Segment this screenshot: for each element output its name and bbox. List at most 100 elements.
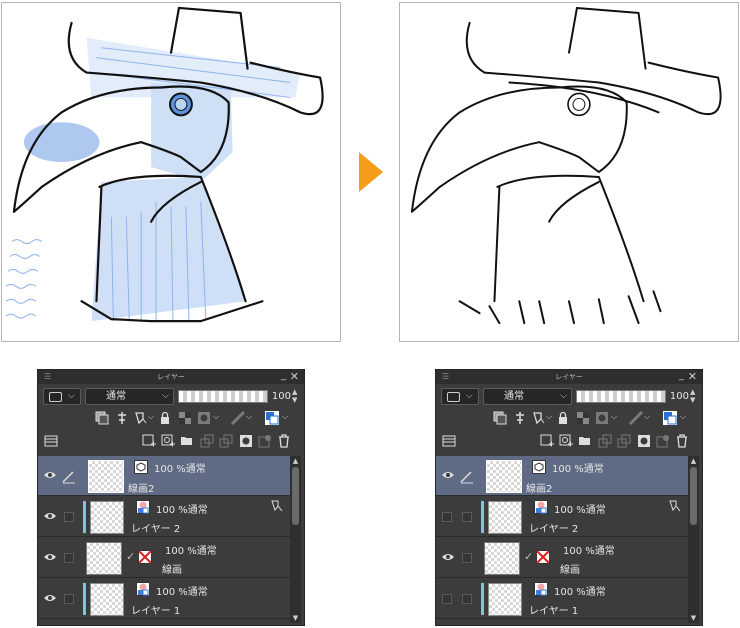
apply-mask-icon[interactable] xyxy=(258,434,272,448)
draft-layer-icon[interactable] xyxy=(532,411,546,425)
blend-mode-value: 通常 xyxy=(106,391,126,402)
layer-color-icon[interactable] xyxy=(663,411,677,425)
opacity-value[interactable]: 100 xyxy=(667,388,689,405)
lock-icon[interactable] xyxy=(158,411,172,425)
trash-icon[interactable] xyxy=(675,434,689,448)
edit-target-toggle[interactable] xyxy=(64,553,74,563)
lock-transparent-icon[interactable] xyxy=(178,411,192,425)
layer-thumbnail xyxy=(90,501,124,534)
visibility-toggle-off[interactable] xyxy=(442,512,452,522)
panel-title: レイヤー xyxy=(555,373,583,381)
scroll-down-icon[interactable]: ▼ xyxy=(688,613,699,623)
merge-layer-icon[interactable] xyxy=(617,434,631,448)
ruler-icon[interactable] xyxy=(231,411,245,425)
opacity-value[interactable]: 100 xyxy=(269,388,291,405)
lock-transparent-icon[interactable] xyxy=(576,411,590,425)
scroll-up-icon[interactable]: ▲ xyxy=(688,456,699,466)
blend-mode-select[interactable]: 通常 ⌵ xyxy=(85,388,174,405)
check-icon[interactable]: ✓ xyxy=(524,550,533,563)
pen-icon[interactable] xyxy=(61,468,77,484)
reference-layer-icon[interactable] xyxy=(115,411,129,425)
new-folder-icon[interactable] xyxy=(180,434,194,448)
visibility-toggle-off[interactable] xyxy=(442,594,452,604)
reference-layer-icon[interactable] xyxy=(513,411,527,425)
new-raster-layer-icon[interactable] xyxy=(142,434,156,448)
opacity-slider[interactable] xyxy=(576,390,666,403)
layer-row[interactable]: ✓ 100 %通常 線画 xyxy=(38,538,290,578)
opacity-spinner[interactable]: ▲ ▼ xyxy=(690,388,695,404)
vector-layer-icon xyxy=(134,460,148,474)
edit-target-toggle[interactable] xyxy=(462,512,472,522)
new-folder-icon[interactable] xyxy=(578,434,592,448)
scroll-thumb[interactable] xyxy=(292,467,299,525)
blend-mode-select[interactable]: 通常 ⌵ xyxy=(483,388,572,405)
scroll-thumb[interactable] xyxy=(690,467,697,525)
new-vector-layer-icon[interactable] xyxy=(559,434,573,448)
edit-target-toggle[interactable] xyxy=(462,553,472,563)
mask-color-button[interactable]: ⌵ xyxy=(441,388,479,405)
new-vector-layer-icon[interactable] xyxy=(161,434,175,448)
layer-property-icon[interactable] xyxy=(44,434,58,448)
opacity-spinner[interactable]: ▲ ▼ xyxy=(292,388,297,404)
layer-mask-icon[interactable] xyxy=(197,411,211,425)
layer-row[interactable]: 100 %通常 線画2 xyxy=(38,456,290,496)
layer-scrollbar[interactable]: ▲ ▼ xyxy=(290,456,301,623)
layer-thumbnail xyxy=(486,460,522,493)
edit-target-toggle[interactable] xyxy=(64,594,74,604)
draft-layer-icon xyxy=(669,500,681,512)
layer-row[interactable]: 100 %通常 レイヤー 2 xyxy=(38,497,290,537)
layer-color-icon[interactable] xyxy=(265,411,279,425)
layer-property-icon[interactable] xyxy=(442,434,456,448)
merge-layer-icon[interactable] xyxy=(219,434,233,448)
eye-icon[interactable] xyxy=(43,510,57,522)
layer-mode: 100 %通常 xyxy=(154,464,206,475)
canvas-after-lineart xyxy=(399,2,739,342)
draft-layer-icon[interactable] xyxy=(134,411,148,425)
layer-name: レイヤー 1 xyxy=(131,606,181,617)
new-raster-layer-icon[interactable] xyxy=(540,434,554,448)
clip-lower-icon[interactable] xyxy=(493,411,507,425)
hidden-vector-layer-icon xyxy=(536,550,550,564)
mask-color-button[interactable]: ⌵ xyxy=(43,388,81,405)
mask-layer-icon[interactable] xyxy=(637,434,651,448)
illustration-lineart xyxy=(410,6,722,325)
layer-thumbnail xyxy=(488,501,522,534)
layer-mode: 100 %通常 xyxy=(156,587,208,598)
layer-row[interactable]: 100 %通常 線画2 xyxy=(436,456,688,496)
minimize-icon[interactable]: _ xyxy=(281,370,286,381)
eye-icon[interactable] xyxy=(43,551,57,563)
layer-row[interactable]: 100 %通常 レイヤー 1 xyxy=(38,579,290,619)
layer-row[interactable]: 100 %通常 レイヤー 1 xyxy=(436,579,688,619)
eye-icon[interactable] xyxy=(43,469,57,481)
pen-icon[interactable] xyxy=(459,468,475,484)
layer-mode: 100 %通常 xyxy=(156,505,208,516)
minimize-icon[interactable]: _ xyxy=(679,370,684,381)
edit-target-toggle[interactable] xyxy=(462,594,472,604)
transfer-layer-icon[interactable] xyxy=(200,434,214,448)
layer-row[interactable]: ✓ 100 %通常 線画 xyxy=(436,538,688,578)
layer-mode: 100 %通常 xyxy=(165,546,217,557)
edit-target-toggle[interactable] xyxy=(64,512,74,522)
clip-lower-icon[interactable] xyxy=(95,411,109,425)
layer-scrollbar[interactable]: ▲ ▼ xyxy=(688,456,699,623)
scroll-down-icon[interactable]: ▼ xyxy=(290,613,301,623)
layer-list: 100 %通常 線画2 100 %通常 レイヤー 2 ✓ 100 %通常 線画 xyxy=(436,456,702,625)
close-icon[interactable]: ✕ xyxy=(290,370,299,383)
layer-thumbnail xyxy=(488,583,522,616)
scroll-up-icon[interactable]: ▲ xyxy=(290,456,301,466)
eye-icon[interactable] xyxy=(43,592,57,604)
layer-mask-icon[interactable] xyxy=(595,411,609,425)
trash-icon[interactable] xyxy=(277,434,291,448)
transfer-layer-icon[interactable] xyxy=(598,434,612,448)
opacity-slider[interactable] xyxy=(178,390,268,403)
eye-icon[interactable] xyxy=(441,551,455,563)
mask-layer-icon[interactable] xyxy=(239,434,253,448)
lock-icon[interactable] xyxy=(556,411,570,425)
ruler-icon[interactable] xyxy=(629,411,643,425)
layer-thumbnail xyxy=(86,542,122,575)
eye-icon[interactable] xyxy=(441,469,455,481)
layer-row[interactable]: 100 %通常 レイヤー 2 xyxy=(436,497,688,537)
apply-mask-icon[interactable] xyxy=(656,434,670,448)
close-icon[interactable]: ✕ xyxy=(688,370,697,383)
check-icon[interactable]: ✓ xyxy=(126,550,135,563)
